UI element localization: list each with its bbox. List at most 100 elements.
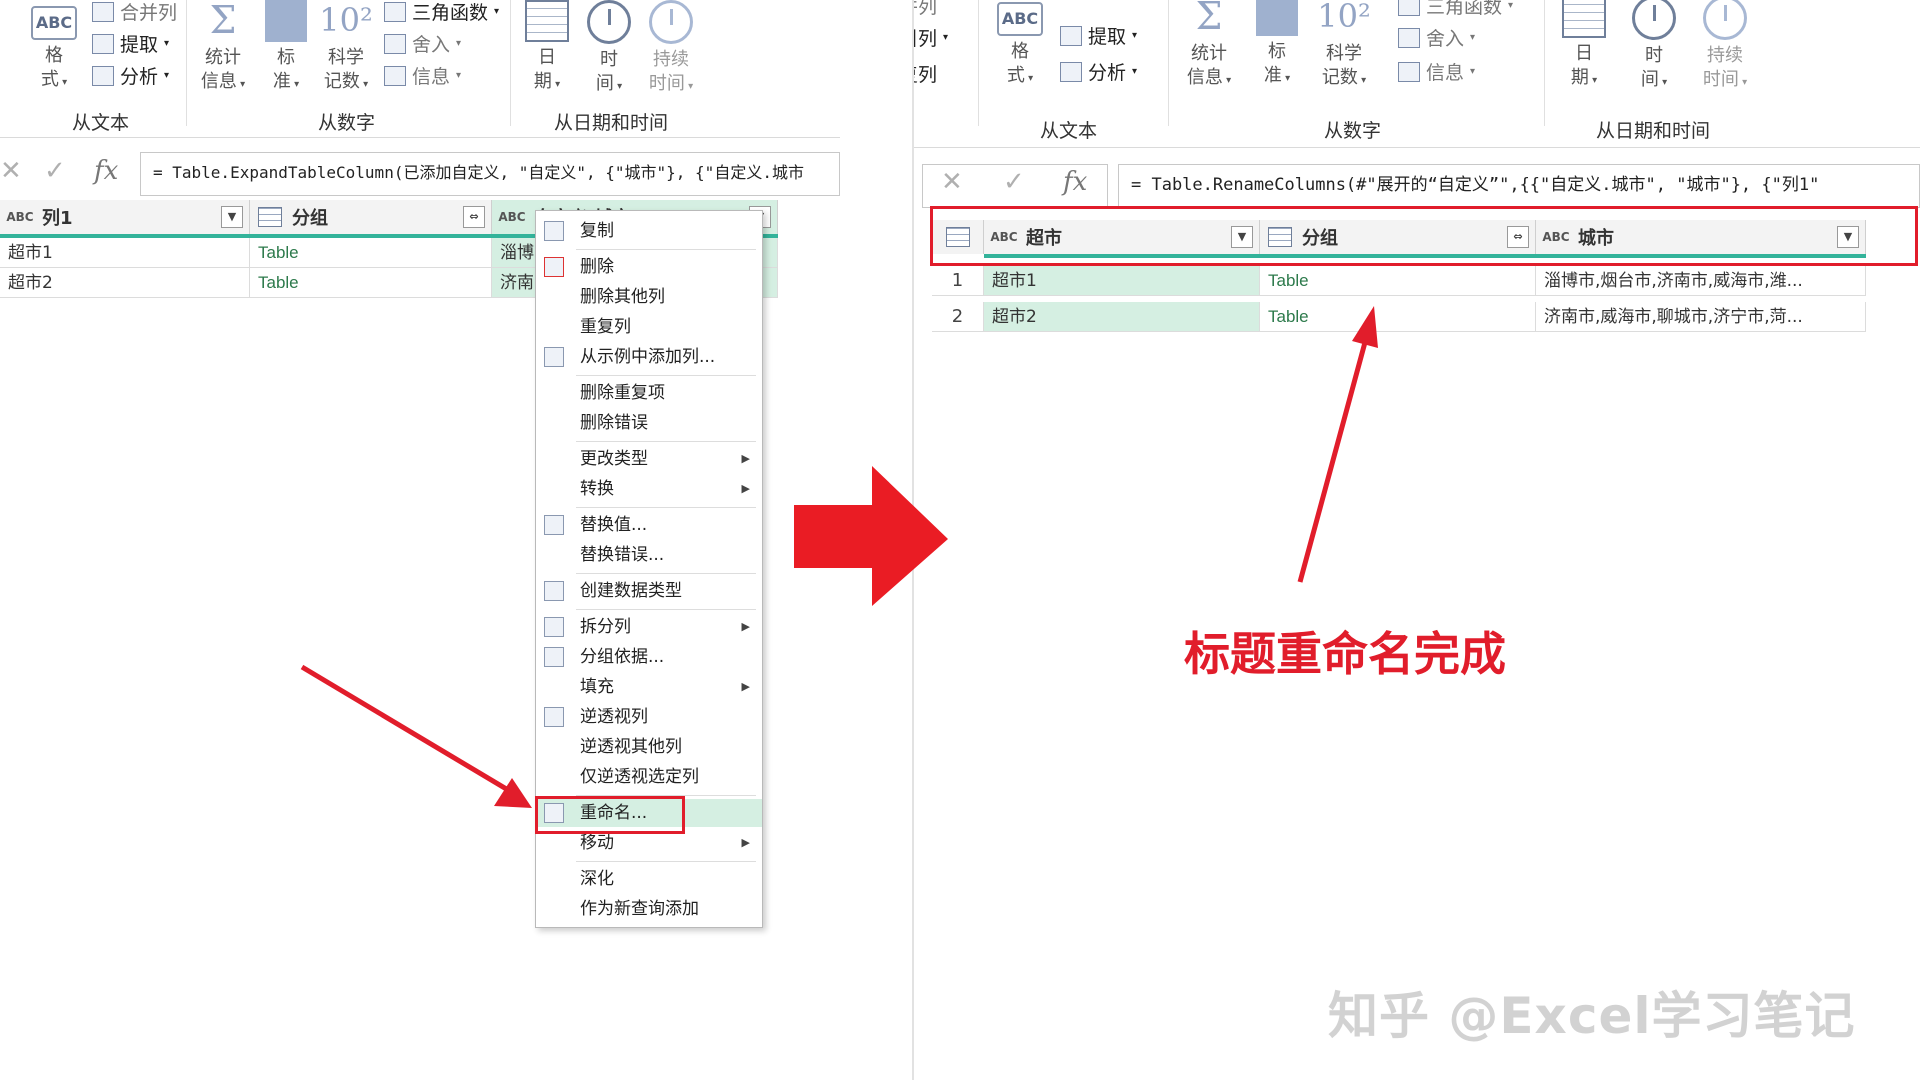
split-icon bbox=[544, 617, 564, 637]
menu-unpivot[interactable]: 逆透视列 bbox=[536, 703, 762, 731]
table-type-icon bbox=[258, 207, 282, 227]
rename-highlight-box bbox=[535, 796, 685, 834]
menu-change-type[interactable]: 更改类型 ▶ bbox=[536, 445, 762, 473]
menu-copy[interactable]: 复制 bbox=[536, 217, 762, 245]
rounding-button[interactable]: 舍入 ▾ bbox=[1398, 24, 1475, 51]
statistics-button[interactable]: Σ 统计 信息 ▾ bbox=[1180, 0, 1238, 93]
trig-icon bbox=[1398, 0, 1420, 16]
cell-col1[interactable]: 超市2 bbox=[0, 268, 250, 298]
menu-add-from-examples[interactable]: 从示例中添加列... bbox=[536, 343, 762, 371]
filter-dropdown-icon[interactable]: ▼ bbox=[221, 206, 243, 228]
menu-replace-values[interactable]: 替换值... bbox=[536, 511, 762, 539]
cell-col2[interactable]: Table bbox=[250, 268, 492, 298]
scientific-button[interactable]: 10² 科学 记数 ▾ bbox=[318, 0, 374, 97]
time-button[interactable]: 时 间 ▾ bbox=[1628, 0, 1680, 95]
information-button[interactable]: 信息 ▾ bbox=[1398, 58, 1475, 85]
date-button[interactable]: 日 期 ▾ bbox=[522, 0, 572, 97]
merge-icon bbox=[92, 1, 114, 22]
cell-col1[interactable]: 超市2 bbox=[984, 302, 1260, 332]
standard-icon bbox=[1256, 0, 1298, 36]
cell-col2[interactable]: Table bbox=[1260, 266, 1536, 296]
row-number[interactable]: 1 bbox=[932, 266, 984, 296]
time-button[interactable]: 时 间 ▾ bbox=[584, 0, 634, 99]
column-header-col1[interactable]: ABC 列1 ▼ bbox=[0, 200, 250, 234]
confirm-formula-icon[interactable]: ✓ bbox=[44, 156, 66, 186]
menu-drill-down[interactable]: 深化 bbox=[536, 865, 762, 893]
duration-icon bbox=[649, 0, 693, 44]
menu-remove-other[interactable]: 删除其他列 bbox=[536, 283, 762, 311]
menu-duplicate[interactable]: 重复列 bbox=[536, 313, 762, 341]
parse-button[interactable]: 分析 ▾ bbox=[92, 62, 169, 89]
menu-unpivot-selected[interactable]: 仅逆透视选定列 bbox=[536, 763, 762, 791]
any-type-icon: ABC bbox=[498, 210, 526, 224]
extract-button[interactable]: 提取 ▾ bbox=[92, 30, 169, 57]
formula-text[interactable]: = Table.ExpandTableColumn(已添加自定义, "自定义",… bbox=[153, 153, 837, 193]
rounding-button[interactable]: 舍入 ▾ bbox=[384, 30, 461, 57]
merge-columns-button[interactable]: 合并列 bbox=[92, 0, 177, 25]
calendar-icon bbox=[525, 0, 569, 42]
duplicate-column-button[interactable]: 重复列 bbox=[914, 60, 937, 87]
merge-columns-button[interactable]: 合并列 bbox=[914, 0, 937, 19]
duration-button[interactable]: 持续 时间 ▾ bbox=[644, 0, 698, 99]
standard-button[interactable]: 标 准 ▾ bbox=[262, 0, 310, 97]
menu-group-by[interactable]: 分组依据... bbox=[536, 643, 762, 671]
standard-button[interactable]: 标 准 ▾ bbox=[1252, 0, 1302, 91]
fx-icon[interactable]: fx bbox=[94, 156, 118, 186]
watermark: 知乎 @Excel学习笔记 bbox=[1328, 987, 1856, 1045]
formula-bar[interactable]: = Table.RenameColumns(#"展开的“自定义”",{{"自定义… bbox=[1118, 164, 1920, 208]
menu-split-column[interactable]: 拆分列 ▶ bbox=[536, 613, 762, 641]
menu-fill[interactable]: 填充 ▶ bbox=[536, 673, 762, 701]
ribbon: 合并列 索引列▾ 重复列 ABC 格 式 ▾ 提取▾ 分析▾ 从文本 Σ 统计 … bbox=[914, 0, 1920, 148]
extract-button[interactable]: 提取 ▾ bbox=[1060, 22, 1137, 49]
extract-icon bbox=[92, 33, 114, 54]
delete-icon bbox=[544, 257, 564, 277]
index-column-button[interactable]: 索引列▾ bbox=[914, 24, 948, 51]
unpivot-icon bbox=[544, 707, 564, 727]
menu-remove-errors[interactable]: 删除错误 bbox=[536, 409, 762, 437]
parse-icon bbox=[92, 65, 114, 86]
scientific-button[interactable]: 10² 科学 记数 ▾ bbox=[1314, 0, 1374, 93]
header-highlight-box bbox=[930, 206, 1918, 266]
parse-icon bbox=[1060, 61, 1082, 82]
expand-column-icon[interactable]: ⇔ bbox=[463, 206, 485, 228]
cell-col2[interactable]: Table bbox=[1260, 302, 1536, 332]
menu-replace-errors[interactable]: 替换错误... bbox=[536, 541, 762, 569]
date-button[interactable]: 日 期 ▾ bbox=[1558, 0, 1610, 93]
group-label-text: 从文本 bbox=[1040, 120, 1098, 142]
information-icon bbox=[1398, 61, 1420, 82]
menu-remove[interactable]: 删除 bbox=[536, 253, 762, 281]
statistics-button[interactable]: Σ 统计 信息 ▾ bbox=[196, 0, 250, 97]
annotation-text: 标题重命名完成 bbox=[1184, 627, 1506, 681]
format-button[interactable]: ABC 格 式 ▾ bbox=[992, 2, 1048, 91]
ribbon: ABC 格 式 ▾ 合并列 提取 ▾ 分析 ▾ 从文本 Σ 统计 信息 ▾ 标 准 … bbox=[0, 0, 840, 138]
column-header-col2[interactable]: 分组 ⇔ bbox=[250, 200, 492, 234]
cancel-formula-icon[interactable]: ✕ bbox=[941, 167, 963, 197]
formula-bar[interactable]: = Table.ExpandTableColumn(已添加自定义, "自定义",… bbox=[140, 152, 840, 196]
menu-transform[interactable]: 转换 ▶ bbox=[536, 475, 762, 503]
trig-button[interactable]: 三角函数 ▾ bbox=[384, 0, 499, 25]
fx-icon[interactable]: fx bbox=[1063, 167, 1087, 197]
trig-button[interactable]: 三角函数 ▾ bbox=[1398, 0, 1513, 19]
format-button[interactable]: ABC 格 式 ▾ bbox=[28, 6, 80, 95]
information-button[interactable]: 信息 ▾ bbox=[384, 62, 461, 89]
cell-col1[interactable]: 超市1 bbox=[0, 238, 250, 268]
row-number[interactable]: 2 bbox=[932, 302, 984, 332]
cell-col1[interactable]: 超市1 bbox=[984, 266, 1260, 296]
cell-col2[interactable]: Table bbox=[250, 238, 492, 268]
menu-create-data-type[interactable]: 创建数据类型 bbox=[536, 577, 762, 605]
cell-col3[interactable]: 济南市,威海市,聊城市,济宁市,菏... bbox=[1536, 302, 1866, 332]
abc-icon: ABC bbox=[31, 6, 77, 40]
menu-remove-duplicates[interactable]: 删除重复项 bbox=[536, 379, 762, 407]
cell-col3[interactable]: 淄博市,烟台市,济南市,威海市,潍... bbox=[1536, 266, 1866, 296]
parse-button[interactable]: 分析 ▾ bbox=[1060, 58, 1137, 85]
menu-unpivot-other[interactable]: 逆透视其他列 bbox=[536, 733, 762, 761]
menu-add-as-new-query[interactable]: 作为新查询添加 bbox=[536, 895, 762, 923]
submenu-arrow-icon: ▶ bbox=[741, 452, 750, 465]
duration-icon bbox=[1703, 0, 1747, 40]
trig-icon bbox=[384, 1, 406, 22]
confirm-formula-icon[interactable]: ✓ bbox=[1003, 167, 1025, 197]
information-icon bbox=[384, 65, 406, 86]
duration-button[interactable]: 持续 时间 ▾ bbox=[1696, 0, 1754, 95]
cancel-formula-icon[interactable]: ✕ bbox=[0, 156, 22, 186]
formula-text[interactable]: = Table.RenameColumns(#"展开的“自定义”",{{"自定义… bbox=[1131, 165, 1917, 205]
